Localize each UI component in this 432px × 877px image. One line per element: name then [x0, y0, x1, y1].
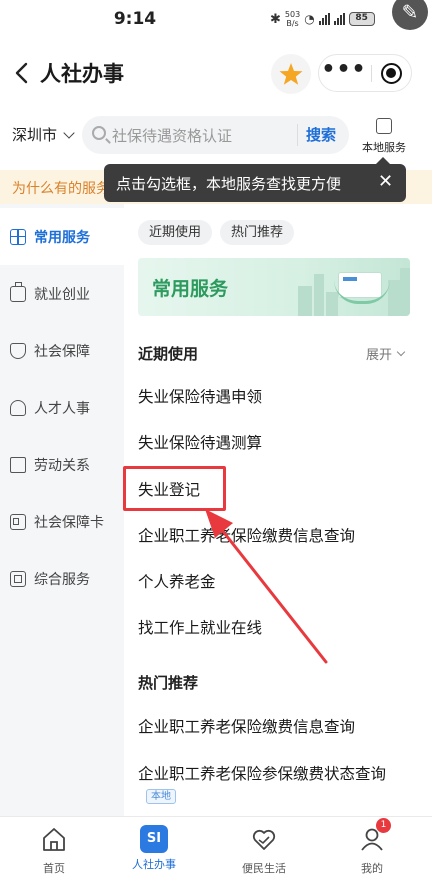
wifi-icon: ◔ — [304, 12, 315, 26]
section-chips: 近期使用 热门推荐 — [138, 220, 295, 245]
local-service-toggle[interactable]: 本地服务 — [358, 116, 410, 155]
miniapp-capsule: ••• — [318, 54, 412, 92]
expand-label: 展开 — [366, 348, 393, 363]
back-arrow-icon[interactable] — [6, 56, 40, 90]
chip-hot[interactable]: 热门推荐 — [220, 220, 295, 245]
sidebar-item-employment[interactable]: 就业创业 — [0, 265, 124, 322]
search-input[interactable]: 社保待遇资格认证 搜索 — [82, 116, 349, 154]
service-item[interactable]: 企业职工养老保险缴费信息查询 — [138, 715, 355, 737]
hot-section-title: 热门推荐 — [138, 674, 199, 692]
expand-button[interactable]: 展开 — [366, 344, 406, 363]
common-services-banner: 常用服务 — [138, 258, 410, 316]
local-service-tooltip: 点击勾选框，本地服务查找更方便 ✕ — [104, 157, 406, 202]
sidebar-item-label: 社会保障 — [34, 343, 90, 360]
status-icons: ✱ 503 B/s ◔ 85 — [270, 10, 375, 28]
sidebar-item-label: 常用服务 — [34, 229, 90, 246]
hands-illustration — [334, 280, 390, 304]
service-item[interactable]: 失业保险待遇测算 — [138, 431, 262, 453]
tooltip-arrow — [376, 157, 390, 164]
heart-hands-icon — [252, 829, 276, 850]
tab-label: 首页 — [43, 862, 65, 875]
signal-4g-icon — [333, 13, 345, 25]
square-icon — [10, 570, 26, 587]
recent-section-title: 近期使用 — [138, 345, 199, 363]
building-shape — [314, 274, 324, 316]
sidebar-item-label: 劳动关系 — [34, 457, 90, 474]
tab-home[interactable]: 首页 — [0, 817, 108, 877]
shield-icon — [10, 342, 26, 359]
sidebar-item-common-services[interactable]: 常用服务 — [0, 208, 124, 265]
person-icon — [10, 399, 26, 416]
status-bar: 9:14 ✱ 503 B/s ◔ 85 ✎ — [0, 0, 432, 40]
building-shape — [400, 268, 410, 316]
signal-5g-icon — [318, 13, 330, 25]
service-item[interactable]: 找工作上就业在线 — [138, 616, 262, 638]
banner-title: 常用服务 — [152, 278, 229, 300]
book-icon — [10, 456, 26, 473]
search-divider — [297, 124, 298, 146]
service-item[interactable]: 企业职工养老保险缴费信息查询 — [138, 524, 355, 546]
chip-recent[interactable]: 近期使用 — [138, 220, 213, 245]
search-icon — [92, 126, 106, 140]
chevron-down-icon — [63, 126, 75, 139]
highlight-box — [123, 466, 226, 511]
tab-label: 便民生活 — [242, 862, 286, 875]
sidebar-item-labor-relations[interactable]: 劳动关系 — [0, 436, 124, 493]
close-miniapp-icon[interactable] — [381, 63, 402, 84]
sidebar-item-label: 社会保障卡 — [34, 514, 104, 531]
sidebar-item-social-security-card[interactable]: 社会保障卡 — [0, 493, 124, 550]
favorite-button[interactable] — [271, 54, 311, 94]
id-card-icon — [10, 513, 26, 530]
bluetooth-icon: ✱ — [270, 11, 281, 27]
tab-convenience[interactable]: 便民生活 — [210, 817, 318, 877]
service-item[interactable]: 企业职工养老保险参保缴费状态查询 — [138, 762, 386, 784]
search-button[interactable]: 搜索 — [306, 124, 336, 145]
category-sidebar: 常用服务 就业创业 社会保障 人才人事 劳动关系 社会保障卡 综合服务 — [0, 204, 124, 816]
net-speed: 503 B/s — [284, 10, 301, 28]
local-service-checkbox[interactable] — [376, 118, 392, 134]
sidebar-item-label: 综合服务 — [34, 571, 90, 588]
building-shape — [298, 286, 312, 316]
city-label: 深圳市 — [12, 126, 58, 144]
more-menu-button[interactable]: ••• — [319, 55, 369, 91]
tab-label: 人社办事 — [132, 858, 176, 871]
chevron-down-icon — [396, 347, 406, 357]
sidebar-item-talent-personnel[interactable]: 人才人事 — [0, 379, 124, 436]
sidebar-item-label: 人才人事 — [34, 400, 90, 417]
notification-badge: 1 — [376, 818, 391, 833]
building-shape — [388, 280, 400, 316]
tab-mine[interactable]: 我的 — [318, 817, 426, 877]
tooltip-text: 点击勾选框，本地服务查找更方便 — [116, 175, 342, 193]
sidebar-item-label: 就业创业 — [34, 286, 90, 303]
app-header: 人社办事 ••• — [0, 48, 432, 100]
sidebar-item-general-services[interactable]: 综合服务 — [0, 550, 124, 607]
capsule-divider — [371, 65, 372, 82]
building-shape — [326, 292, 338, 316]
page-title: 人社办事 — [40, 62, 124, 86]
search-placeholder: 社保待遇资格认证 — [112, 127, 233, 145]
tab-hr-services[interactable]: SI 人社办事 — [100, 817, 208, 877]
sidebar-item-social-security[interactable]: 社会保障 — [0, 322, 124, 379]
home-icon — [43, 828, 65, 851]
local-tag: 本地 — [146, 789, 176, 804]
bottom-tab-bar: 首页 SI 人社办事 便民生活 我的 — [0, 816, 432, 877]
star-icon — [279, 63, 303, 85]
grid-icon — [10, 228, 26, 245]
battery-icon: 85 — [348, 12, 375, 26]
service-item[interactable]: 失业保险待遇申领 — [138, 385, 262, 407]
screenshot-corner-icon[interactable]: ✎ — [392, 0, 428, 30]
city-selector[interactable]: 深圳市 — [12, 124, 75, 145]
tab-label: 我的 — [361, 862, 383, 875]
tooltip-close-icon[interactable]: ✕ — [378, 171, 393, 192]
briefcase-icon — [10, 281, 26, 302]
local-service-label: 本地服务 — [362, 141, 406, 154]
service-item[interactable]: 个人养老金 — [138, 570, 216, 592]
status-time: 9:14 — [113, 9, 157, 29]
si-icon: SI — [140, 825, 168, 853]
notice-text[interactable]: 为什么有的服务 — [12, 178, 110, 198]
